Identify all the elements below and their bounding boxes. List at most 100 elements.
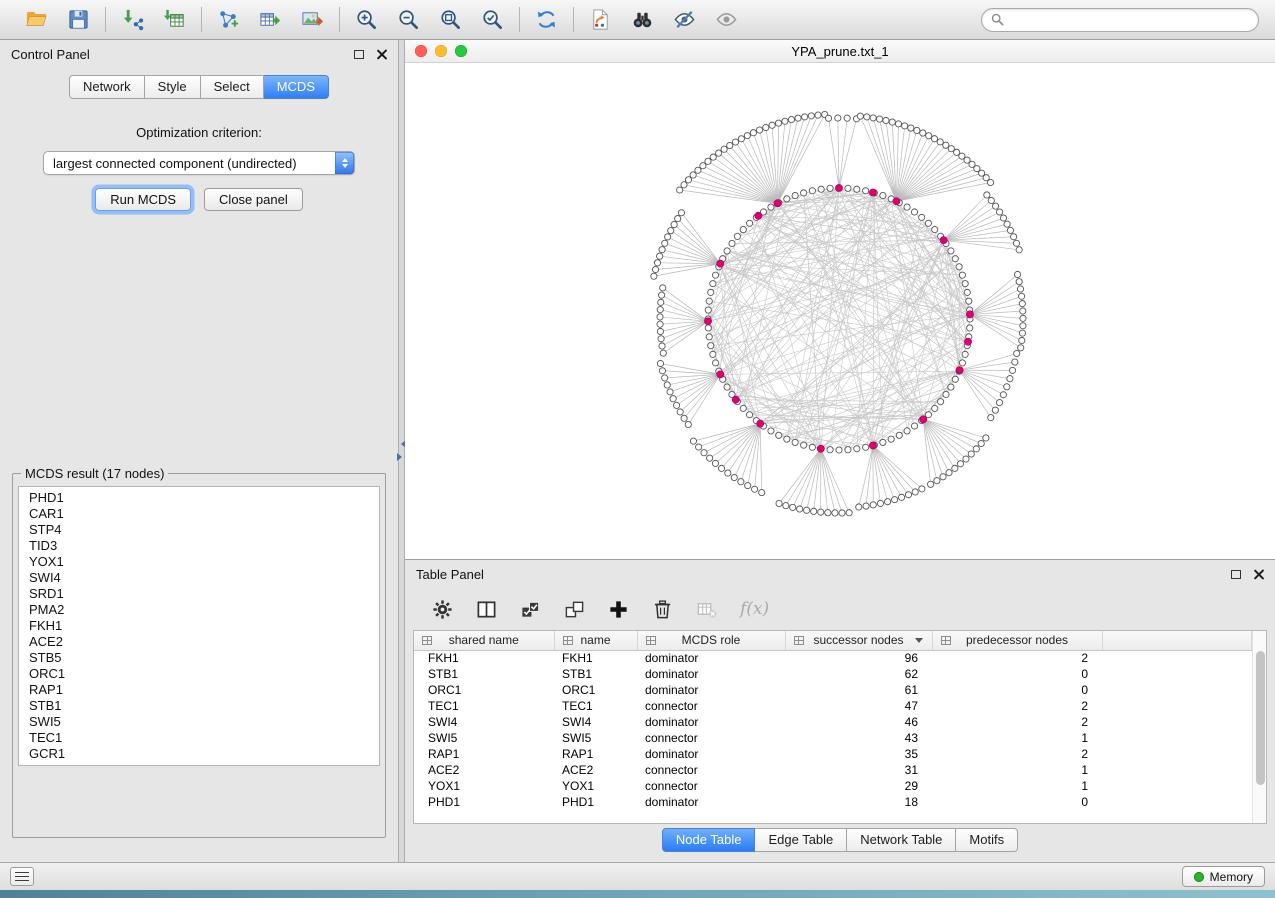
network-node[interactable] [801,190,807,196]
leaf-node[interactable] [856,504,862,510]
table-cell[interactable]: 18 [785,794,932,810]
leaf-node[interactable] [846,510,852,516]
share-document-button[interactable] [587,6,614,33]
network-node[interactable] [964,289,970,295]
leaf-node[interactable] [790,504,796,510]
leaf-node[interactable] [1004,221,1010,227]
binoculars-search-button[interactable] [629,6,656,33]
close-panel-button[interactable]: Close panel [204,188,303,211]
leaf-node[interactable] [671,221,677,227]
zoom-in-button[interactable] [353,6,380,33]
table-cell[interactable]: dominator [637,714,785,730]
network-node[interactable] [708,343,714,349]
leaf-node[interactable] [707,455,713,461]
dominator-node[interactable] [966,311,973,318]
minimize-window-icon[interactable] [435,45,447,57]
table-cell[interactable]: RAP1 [554,746,637,762]
table-cell[interactable]: 2 [932,746,1102,762]
network-node[interactable] [959,272,965,278]
leaf-node[interactable] [738,136,744,142]
leaf-node[interactable] [659,292,665,298]
table-row[interactable]: SWI4SWI4dominator462 [414,714,1252,730]
leaf-node[interactable] [870,502,876,508]
leaf-node[interactable] [1013,240,1019,246]
network-node[interactable] [854,186,860,192]
network-node[interactable] [729,240,735,246]
tab-node-table[interactable]: Node Table [662,828,756,852]
leaf-node[interactable] [808,113,814,119]
panel-splitter[interactable] [398,40,405,862]
leaf-node[interactable] [744,133,750,139]
leaf-node[interactable] [1014,350,1020,356]
network-node[interactable] [740,405,746,411]
table-cell[interactable]: connector [637,698,785,714]
network-node[interactable] [904,204,910,210]
leaf-node[interactable] [811,508,817,514]
network-node[interactable] [827,185,833,191]
leaf-node[interactable] [914,127,920,133]
network-node[interactable] [724,248,730,254]
table-cell[interactable]: STB1 [414,666,554,682]
leaf-node[interactable] [725,470,731,476]
leaf-node[interactable] [657,360,663,366]
column-header-MCDS-role[interactable]: MCDS role [637,631,785,650]
table-cell[interactable]: 31 [785,762,932,778]
result-list-item[interactable]: ORC1 [19,666,379,682]
network-node[interactable] [962,281,968,287]
table-cell[interactable]: 2 [932,650,1102,666]
table-cell[interactable]: connector [637,778,785,794]
leaf-node[interactable] [673,402,679,408]
mcds-result-list[interactable]: PHD1CAR1STP4TID3YOX1SWI4SRD1PMA2FKH1ACE2… [18,486,380,766]
leaf-node[interactable] [919,486,925,492]
table-cell[interactable]: PHD1 [414,794,554,810]
leaf-node[interactable] [905,492,911,498]
table-cell[interactable]: 47 [785,698,932,714]
network-node[interactable] [712,272,718,278]
leaf-node[interactable] [1018,293,1024,299]
network-node[interactable] [911,209,917,215]
leaf-node[interactable] [712,460,718,466]
leaf-node[interactable] [657,314,663,320]
network-node[interactable] [967,325,973,331]
leaf-node[interactable] [763,124,769,130]
dominator-node[interactable] [964,338,971,345]
leaf-node[interactable] [1019,330,1025,336]
leaf-node[interactable] [660,285,666,291]
leaf-node[interactable] [815,112,821,118]
dominator-node[interactable] [893,198,900,205]
table-cell[interactable]: SWI4 [414,714,554,730]
leaf-node[interactable] [937,139,943,145]
table-cell[interactable]: 1 [932,778,1102,794]
leaf-node[interactable] [883,117,889,123]
leaf-node[interactable] [835,115,841,121]
refresh-view-button[interactable] [533,6,560,33]
toolbar-search[interactable] [981,8,1259,32]
network-node[interactable] [938,399,944,405]
dominator-node[interactable] [817,445,824,452]
zoom-selected-button[interactable] [479,6,506,33]
leaf-node[interactable] [675,215,681,221]
leaf-node[interactable] [876,116,882,122]
leaf-node[interactable] [685,421,691,427]
leaf-node[interactable] [844,115,850,121]
table-cell[interactable]: 46 [785,714,932,730]
dominator-node[interactable] [956,367,963,374]
tab-network-table[interactable]: Network Table [847,828,956,852]
network-window-titlebar[interactable]: YPA_prune.txt_1 [405,40,1275,63]
network-node[interactable] [784,436,790,442]
network-canvas[interactable] [405,63,1275,559]
open-session-button[interactable] [23,6,50,33]
leaf-node[interactable] [677,409,683,415]
leaf-node[interactable] [731,474,737,480]
leaf-node[interactable] [665,234,671,240]
network-node[interactable] [724,384,730,390]
leaf-node[interactable] [1020,315,1026,321]
leaf-node[interactable] [701,450,707,456]
leaf-node[interactable] [863,503,869,509]
result-list-item[interactable]: SWI4 [19,570,379,586]
table-cell[interactable]: dominator [637,746,785,762]
network-node[interactable] [746,412,752,418]
table-cell[interactable]: TEC1 [414,698,554,714]
table-cell[interactable]: TEC1 [554,698,637,714]
export-image-button[interactable] [299,6,326,33]
